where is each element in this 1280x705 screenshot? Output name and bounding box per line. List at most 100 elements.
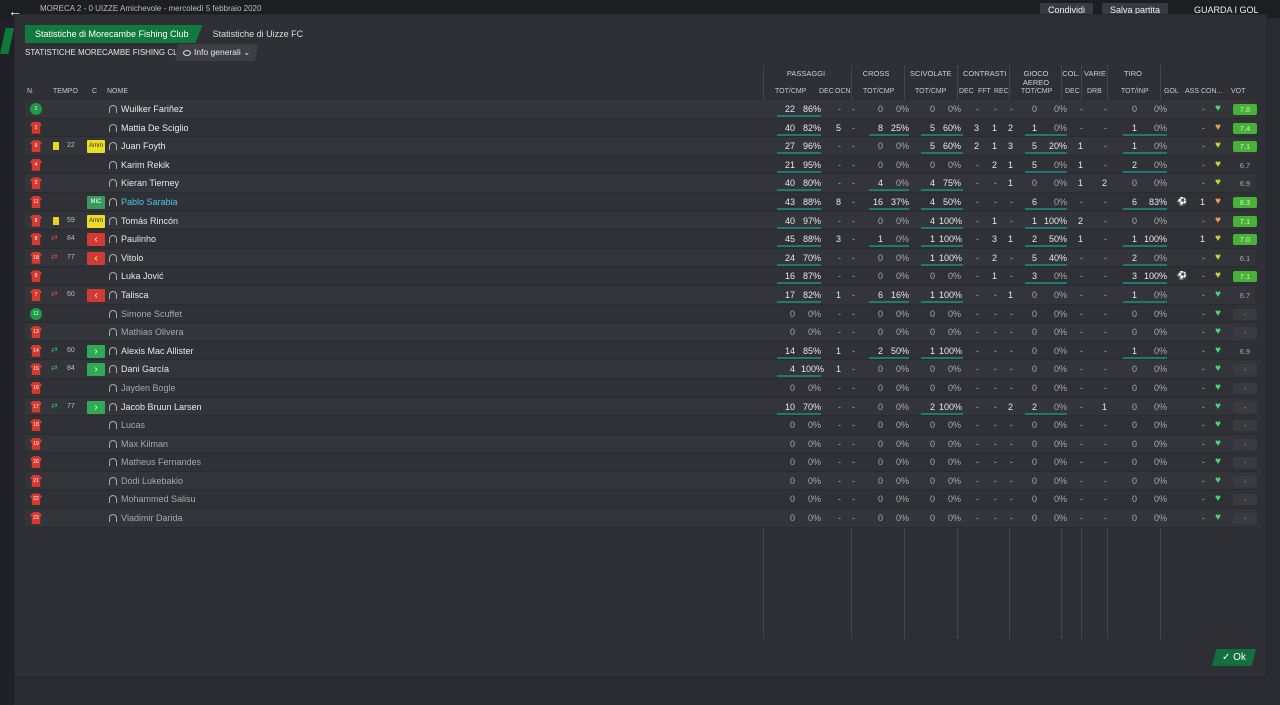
player-name[interactable]: Tomás Rincón — [121, 216, 178, 226]
col-header-contrasti-dec[interactable]: DEC — [959, 88, 974, 95]
heart-icon: ♥ — [1215, 121, 1221, 133]
col-header-cross-totcmp[interactable]: TOT/CMP — [863, 88, 894, 95]
table-row[interactable]: 6 22 Amm Juan Foyth 27 96% - -0 0% 5 60% 2 1 3 5 20% 1-1… — [25, 137, 1257, 156]
player-name[interactable]: Paulinho — [121, 234, 156, 244]
stat-ocn: - — [852, 141, 855, 152]
stat-pa: 16 — [784, 271, 795, 282]
stat-ocn: - — [852, 457, 855, 468]
player-name[interactable]: Mohammed Salisu — [121, 494, 196, 504]
player-name[interactable]: Luka Jović — [121, 271, 164, 281]
player-name[interactable]: Max Kilman — [121, 439, 168, 449]
stat-pp: 0% — [807, 327, 821, 338]
player-name[interactable]: Dodi Lukebakio — [121, 476, 183, 486]
table-row[interactable]: 11 MIC Pablo Sarabia 43 88% 8-16 37% 4 50% - - -6 0%… — [25, 192, 1257, 212]
table-row[interactable]: 4 Karim Rekik 21 95% - -0 0% 0 0% -2 1 5 0% 1-2 0% - ♥ 6.… — [25, 155, 1255, 175]
col-header-nome[interactable]: NOME — [107, 88, 128, 95]
stat-tp: 0% — [1153, 438, 1167, 449]
shirt-icon: 18 — [30, 419, 42, 432]
stat-ap: 0% — [1053, 494, 1067, 505]
table-row[interactable]: 8 59 Amm Tomás Rincón 40 97% - -0 0% 4 100% -1-1 100… — [25, 211, 1257, 231]
col-header-ocn[interactable]: OCN — [835, 88, 851, 95]
stat-cr: 1 — [1007, 159, 1013, 170]
table-row[interactable]: 7 ⇄ 60 ‹ Talisca 17 82% 1-6 16% 1 100% - -1 0 0% - -1 0% -… — [25, 285, 1255, 305]
stat-ap: 0% — [1053, 122, 1067, 133]
player-name[interactable]: Kieran Tierney — [121, 178, 179, 188]
subbed-on-icon: › — [87, 363, 105, 377]
col-header-rec[interactable]: REC — [994, 88, 1009, 95]
tab-morecambe-stats[interactable]: Statistiche di Morecambe Fishing Club — [25, 25, 203, 43]
player-name[interactable]: Simone Scuffet — [121, 309, 182, 319]
stat-ct: 0 — [877, 475, 883, 486]
stat-dec: - — [838, 382, 841, 393]
stat-dec: - — [838, 141, 841, 152]
table-row[interactable]: 21 Dodi Lukebakio 0 0% - -0 0% 0 0% - - -0 0% - -0 0% - ♥… — [25, 471, 1257, 491]
yellow-card-icon — [53, 216, 59, 225]
table-row[interactable]: 18 ⇄ 77 ‹ Vitolo 24 70% - -0 0% 1 100% -2-5 40% - -2 0% -… — [25, 248, 1255, 268]
view-dropdown[interactable]: Info generali ⌄ — [175, 44, 259, 61]
player-name[interactable]: Alexis Mac Allister — [121, 346, 194, 356]
table-row[interactable]: 14 ⇄ 60 › Alexis Mac Allister 14 85% 1-2 50% 1 100… — [25, 341, 1255, 361]
col-header-col-dec[interactable]: DEC — [1065, 88, 1080, 95]
table-row[interactable]: 15 ⇄ 84 › Dani García 4 100% 1-0 0% 0 0% - - -0 0% - -0 0… — [25, 360, 1257, 379]
col-header-fft[interactable]: FFT — [978, 88, 991, 95]
col-header-drb[interactable]: DRB — [1087, 88, 1102, 95]
stat-cd: - — [976, 364, 979, 375]
table-row[interactable]: 2 Mattia De Sciglio 40 82% 5-8 25% 5 60% 3 1 2 1 0% -… — [25, 118, 1257, 138]
table-row[interactable]: 23 Vladimir Darida 0 0% - -0 0% 0 0% - - -0 0% - -0 0% -… — [25, 509, 1257, 528]
player-name[interactable]: Dani García — [121, 364, 169, 374]
stat-cd: 2 — [973, 141, 979, 152]
table-row[interactable]: 13 Mathias Olivera 0 0% - -0 0% 0 0% - - -0 0% - -0 0% -… — [25, 323, 1257, 342]
stat-bar — [777, 245, 821, 248]
table-row[interactable]: 16 Jayden Bogle 0 0% - -0 0% 0 0% - - -0 0% - -0 0% - ♥ - — [25, 378, 1257, 398]
col-header-con[interactable]: CON... — [1201, 88, 1222, 95]
player-name[interactable]: Mattia De Sciglio — [121, 123, 189, 133]
shirt-icon: 8 — [30, 214, 42, 227]
col-header-ass[interactable]: ASS — [1185, 88, 1199, 95]
col-header-gol[interactable]: GOL — [1164, 88, 1179, 95]
table-row[interactable]: 8 ⇄ 84 ‹ Paulinho 45 88% 3-1 0% 1 100% -3 1 2 50% 1-1 10… — [25, 230, 1257, 249]
col-header-passaggi-totcmp[interactable]: TOT/CMP — [775, 88, 806, 95]
col-header-aereo-totcmp[interactable]: TOT/CMP — [1021, 88, 1052, 95]
player-name[interactable]: Jacob Bruun Larsen — [121, 402, 202, 412]
table-row[interactable]: 17 ⇄ 77 › Jacob Bruun Larsen 10 70% - -0 0% 2 100% -… — [25, 397, 1257, 417]
player-name[interactable]: Wuilker Fariñez — [121, 104, 183, 114]
table-row[interactable]: 22 Mohammed Salisu 0 0% - -0 0% 0 0% - - -0 0% - -0 0% -… — [25, 490, 1257, 510]
table-row[interactable]: 1 Wuilker Fariñez 22 86% - - 0 0% 0 0% - - - 0 0% - - 0 0%… — [25, 100, 1257, 119]
player-name[interactable]: Lucas — [121, 420, 145, 430]
player-name[interactable]: Karim Rekik — [121, 160, 170, 170]
player-name[interactable]: Mathias Olivera — [121, 327, 184, 337]
table-row[interactable]: 18 Lucas 0 0% - -0 0% 0 0% - - -0 0% - -0 0% - ♥ - — [25, 416, 1257, 435]
stat-ocn: - — [852, 475, 855, 486]
col-header-passaggi-dec[interactable]: DEC — [819, 88, 834, 95]
player-name[interactable]: Jayden Bogle — [121, 383, 176, 393]
player-name[interactable]: Vladimir Darida — [121, 513, 183, 523]
stat-cr: - — [1010, 308, 1013, 319]
stat-pa: 4 — [789, 364, 795, 375]
col-header-scivolate-totcmp[interactable]: TOT/CMP — [915, 88, 946, 95]
table-row[interactable]: 20 Matheus Fernandes 0 0% - -0 0% 0 0% - - -0 0% - -0 0… — [25, 453, 1257, 472]
player-name[interactable]: Vitolo — [121, 253, 143, 263]
stat-cf: - — [994, 475, 997, 486]
table-row[interactable]: 9 Luka Jović 16 87% - -0 0% 0 0% -1-3 0% - -3 100% - ⚽ ♥… — [25, 267, 1257, 286]
table-row[interactable]: 19 Max Kilman 0 0% - -0 0% 0 0% - - -0 0% - -0 0% - ♥ - — [25, 434, 1257, 454]
col-header-vot[interactable]: VOT — [1231, 88, 1245, 95]
stat-at: 3 — [1031, 271, 1037, 282]
col-header-tiro-totinp[interactable]: TOT/INP — [1121, 88, 1148, 95]
player-name[interactable]: Pablo Sarabia — [121, 197, 178, 207]
player-name[interactable]: Matheus Fernandes — [121, 457, 201, 467]
tab-uizze-stats[interactable]: Statistiche di Uizze FC — [203, 25, 314, 43]
stat-cp: 0% — [895, 215, 909, 226]
player-name[interactable]: Talisca — [121, 290, 149, 300]
tab-bar: Statistiche di Morecambe Fishing Club St… — [25, 25, 313, 43]
stat-sp: 0% — [947, 457, 961, 468]
table-row[interactable]: 3 Kieran Tierney 40 80% - -4 0% 4 75% - -1 0 0% 1 2 0 0%… — [25, 174, 1255, 193]
stat-cf: - — [994, 457, 997, 468]
table-row[interactable]: 12 Simone Scuffet 0 0% - -0 0% 0 0% - - -0 0% - -0 0% - ♥… — [25, 304, 1257, 324]
shirt-icon: 17 — [30, 400, 42, 413]
stat-ct: 0 — [877, 159, 883, 170]
stat-ct: 1 — [877, 234, 883, 245]
rating-badge: 6.7 — [1239, 160, 1251, 170]
ok-button[interactable]: ✓ Ok — [1212, 649, 1256, 666]
player-name[interactable]: Juan Foyth — [121, 141, 166, 151]
subbed-off-icon: ‹ — [87, 233, 105, 247]
